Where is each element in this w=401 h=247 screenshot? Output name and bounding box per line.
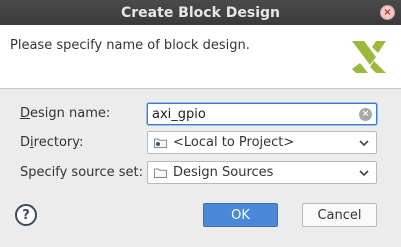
header-message: Please specify name of block design. bbox=[10, 38, 250, 53]
design-name-label: Design name: bbox=[20, 106, 111, 121]
title-bar: Create Block Design × bbox=[0, 0, 401, 25]
source-set-label: Specify source set: bbox=[20, 165, 143, 180]
directory-label: Directory: bbox=[20, 135, 84, 150]
directory-combo[interactable]: <Local to Project> bbox=[147, 131, 377, 154]
dialog-header: Please specify name of block design. bbox=[0, 25, 401, 89]
dialog-body: Design name: × Directory: <Local to Proj… bbox=[0, 89, 401, 247]
folder-icon bbox=[154, 168, 167, 178]
source-set-combo[interactable]: Design Sources bbox=[147, 161, 377, 184]
vivado-logo-icon bbox=[352, 41, 386, 73]
design-name-input[interactable] bbox=[152, 106, 342, 122]
source-set-value: Design Sources bbox=[173, 165, 274, 180]
design-name-field[interactable]: × bbox=[147, 103, 377, 125]
chevron-down-icon[interactable] bbox=[358, 137, 370, 149]
local-folder-icon bbox=[154, 138, 167, 148]
directory-value: <Local to Project> bbox=[173, 135, 295, 150]
clear-icon[interactable]: × bbox=[359, 108, 372, 121]
close-button[interactable]: × bbox=[380, 5, 395, 20]
cancel-button[interactable]: Cancel bbox=[302, 203, 377, 227]
help-button[interactable]: ? bbox=[15, 204, 37, 226]
help-icon: ? bbox=[22, 207, 30, 223]
close-icon: × bbox=[383, 6, 392, 18]
chevron-down-icon[interactable] bbox=[358, 167, 370, 179]
ok-button[interactable]: OK bbox=[203, 203, 278, 227]
window-title: Create Block Design bbox=[121, 4, 280, 21]
